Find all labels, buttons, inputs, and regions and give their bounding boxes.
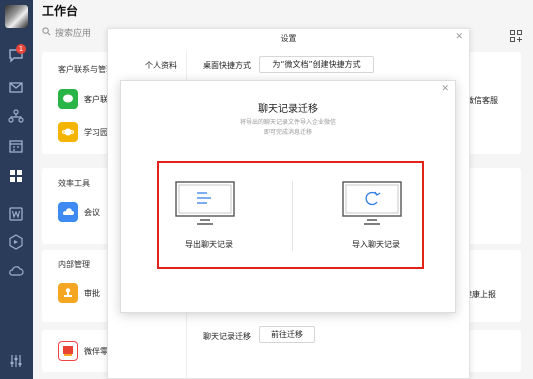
settings-icon[interactable] <box>8 353 24 369</box>
app-item-meeting[interactable]: 会议 <box>58 202 100 222</box>
org-icon[interactable] <box>8 108 24 124</box>
doc-icon[interactable] <box>8 206 24 222</box>
migration-label: 聊天记录迁移 <box>203 332 251 341</box>
import-option[interactable]: 导入聊天记录 <box>331 181 421 261</box>
description-line: 将导出的聊天记录文件导入企业微信 <box>239 119 336 126</box>
app-grid-icon[interactable] <box>510 27 522 42</box>
weibanling-icon <box>58 341 78 361</box>
settings-title: 设置 <box>280 34 297 43</box>
migration-description: 将导出的聊天记录文件导入企业微信 即可完成消息迁移 <box>121 118 455 138</box>
export-option[interactable]: 导出聊天记录 <box>164 181 254 261</box>
section-title: 内部管理 <box>58 260 90 269</box>
unread-badge: 1 <box>16 44 26 54</box>
search-icon <box>42 26 51 39</box>
page-title: 工作台 <box>42 4 79 18</box>
workbench-icon[interactable] <box>8 168 24 184</box>
section-title: 客户联系与管理 <box>58 65 114 74</box>
meeting-icon <box>58 202 78 222</box>
planet-icon <box>58 122 78 142</box>
search-input[interactable]: 搜索应用 <box>55 26 91 39</box>
migration-dialog: ✕ 聊天记录迁移 将导出的聊天记录文件导入企业微信 即可完成消息迁移 导出聊天记… <box>120 80 456 313</box>
section-title: 效率工具 <box>58 179 90 188</box>
divider <box>292 181 293 251</box>
cloud-icon[interactable] <box>8 263 24 279</box>
app-item-wechat-service[interactable]: 微信客服 <box>466 95 498 106</box>
tab-profile[interactable]: 个人资料 <box>145 60 177 71</box>
search-bar[interactable]: 搜索应用 <box>42 26 91 39</box>
close-icon[interactable]: ✕ <box>455 32 463 42</box>
app-label: 会议 <box>84 207 100 217</box>
sidebar: 1 <box>0 0 33 379</box>
highlight-box: 导出聊天记录 导入聊天记录 <box>157 161 424 269</box>
stamp-icon <box>58 283 78 303</box>
mail-icon[interactable] <box>8 79 24 95</box>
app-label: 微伴零 <box>84 346 108 356</box>
go-migrate-button[interactable]: 前往迁移 <box>259 326 315 343</box>
export-label: 导出聊天记录 <box>185 240 233 249</box>
calendar-icon[interactable] <box>8 138 24 154</box>
avatar[interactable] <box>5 5 28 28</box>
desktop-shortcut-label: 桌面快捷方式 <box>203 61 251 70</box>
app-label: 审批 <box>84 288 100 298</box>
monitor-import-icon <box>342 181 402 225</box>
app-item-weibanling[interactable]: 微伴零 <box>58 341 108 361</box>
cube-icon[interactable] <box>8 234 24 250</box>
import-label: 导入聊天记录 <box>352 240 400 249</box>
chat-icon <box>58 89 78 109</box>
close-icon[interactable]: ✕ <box>441 84 449 94</box>
create-shortcut-button[interactable]: 为“微文档”创建快捷方式 <box>259 56 374 73</box>
description-line: 即可完成消息迁移 <box>263 129 312 136</box>
migration-title: 聊天记录迁移 <box>258 104 318 115</box>
app-item-approval[interactable]: 审批 <box>58 283 100 303</box>
monitor-export-icon <box>175 181 235 225</box>
